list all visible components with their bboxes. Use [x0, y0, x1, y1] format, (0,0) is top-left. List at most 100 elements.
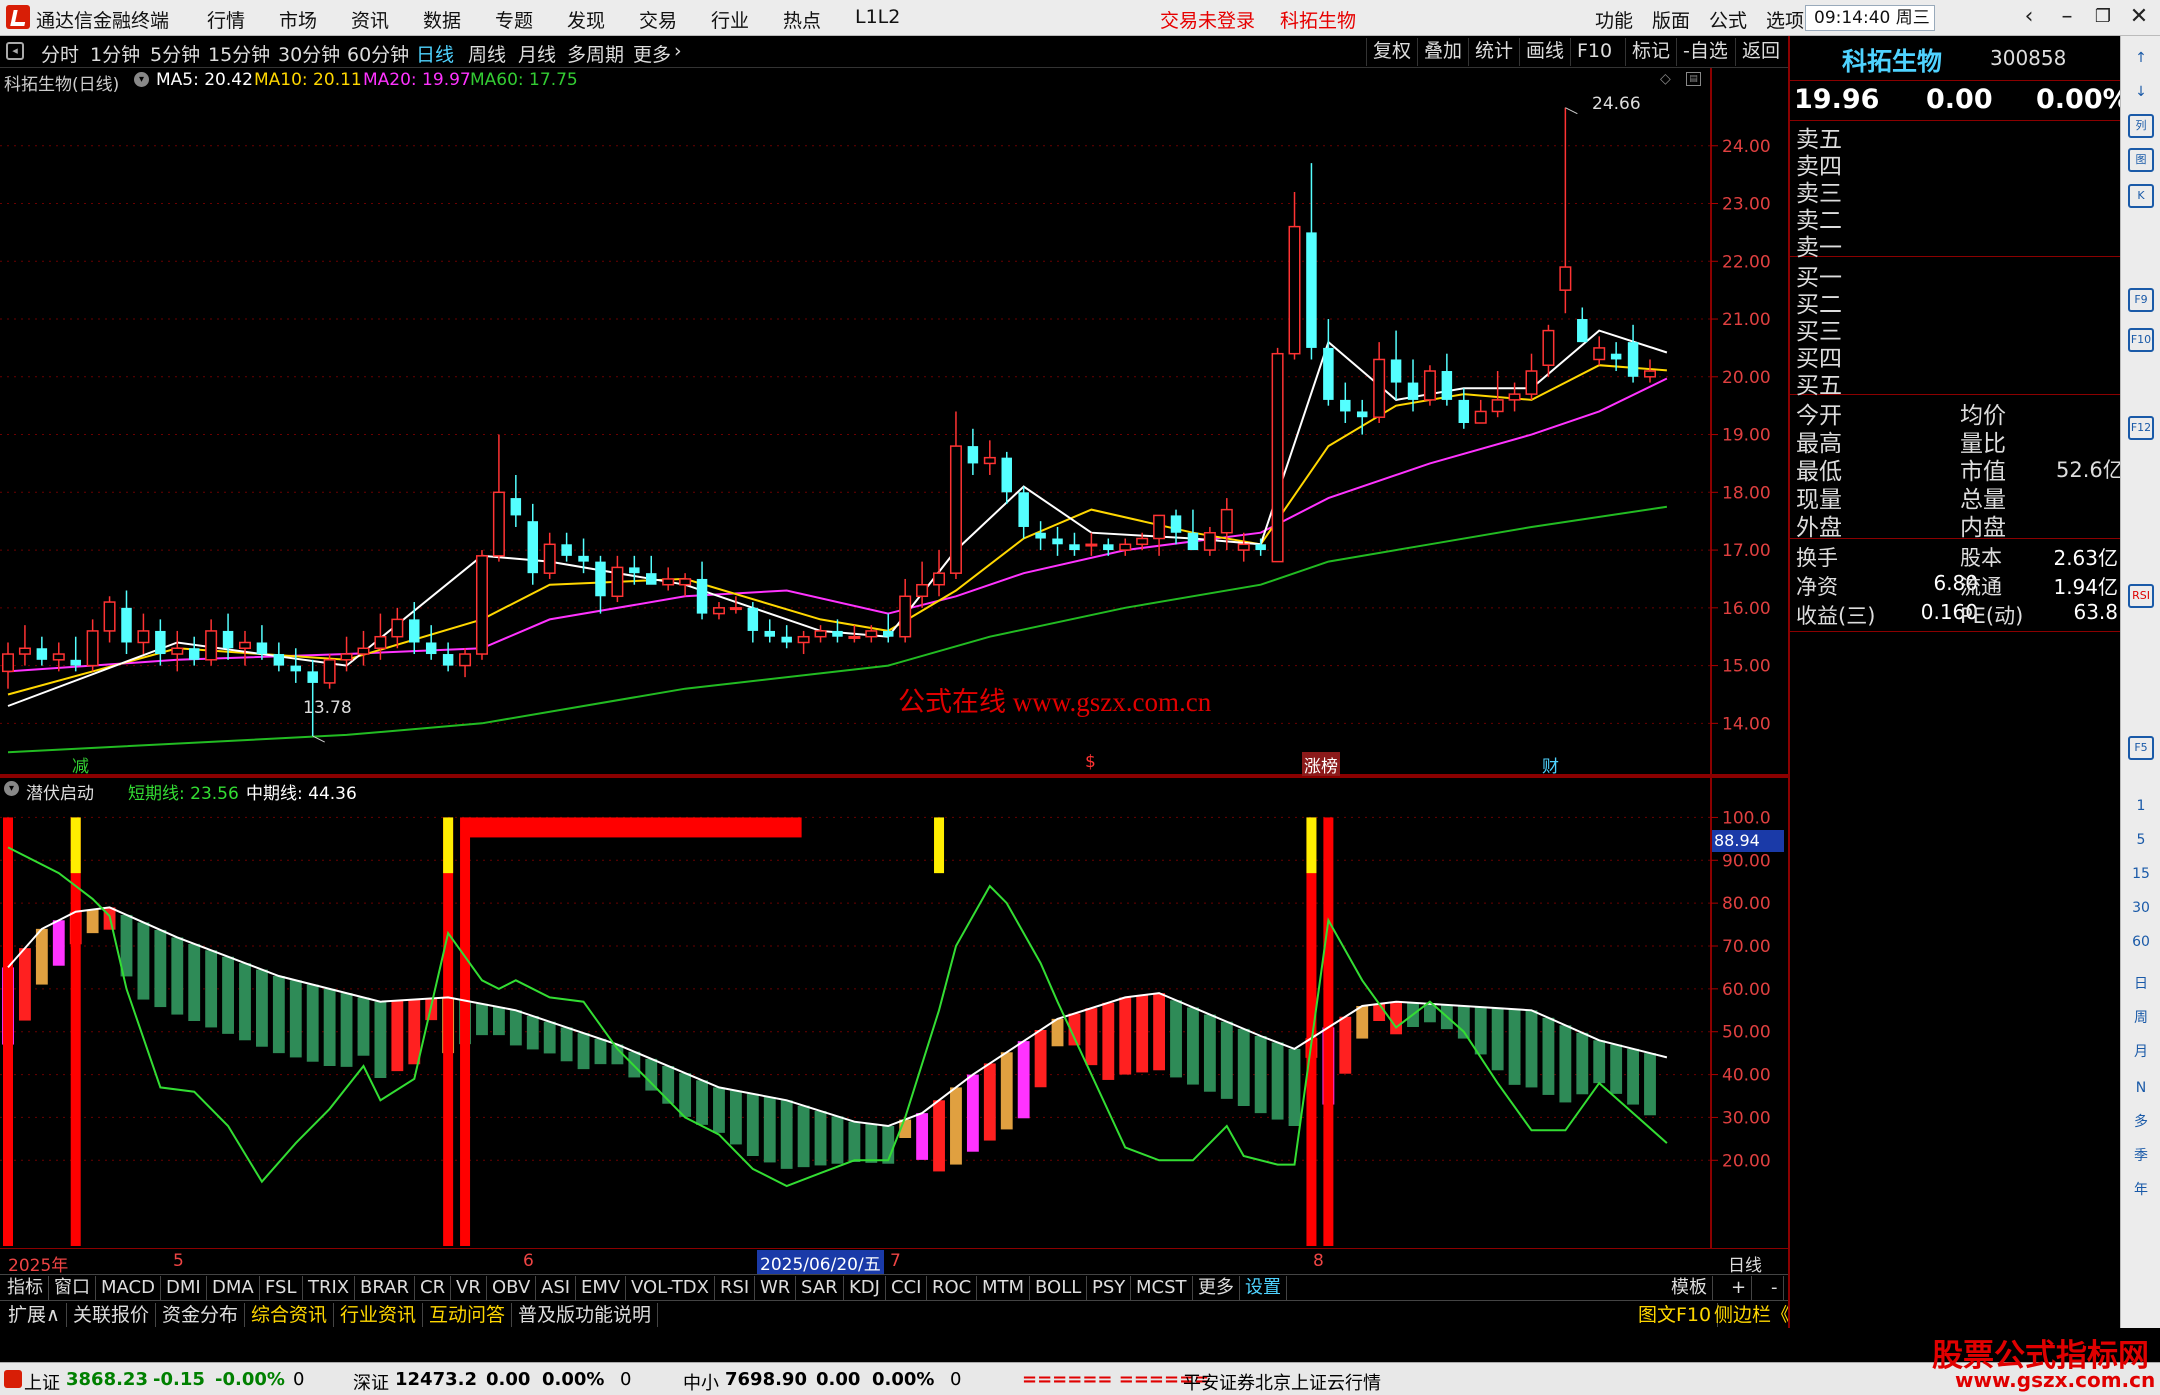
menu-item-options[interactable]: 选项 — [1766, 6, 1804, 33]
candle[interactable] — [1542, 324, 1555, 377]
candle[interactable] — [1577, 307, 1588, 343]
draw-button[interactable]: 画线 — [1519, 38, 1570, 66]
period-multi[interactable]: 多 — [2128, 1110, 2154, 1134]
candle[interactable] — [527, 503, 539, 585]
candle[interactable] — [391, 607, 404, 649]
indicator-tab-3[interactable]: DMI — [161, 1276, 207, 1300]
candle[interactable] — [103, 596, 116, 643]
candle[interactable] — [949, 411, 962, 579]
candle[interactable] — [662, 567, 675, 591]
info-tab-5[interactable]: 互动问答 — [423, 1303, 513, 1327]
settings-dot-icon[interactable]: ▾ — [134, 72, 149, 87]
period-minute[interactable]: 分时 — [41, 40, 79, 67]
candle[interactable] — [205, 619, 218, 666]
f5-icon[interactable]: F5 — [2128, 736, 2154, 760]
info-right-tab-1[interactable]: 侧边栏《 — [1708, 1303, 1798, 1327]
candle[interactable] — [781, 625, 792, 649]
candle[interactable] — [1187, 509, 1199, 551]
candle[interactable] — [764, 619, 776, 643]
indicator-tab-1[interactable]: 窗口 — [49, 1276, 96, 1300]
period-15min[interactable]: 15分钟 — [208, 40, 270, 67]
sz-label[interactable]: 深证 — [353, 1369, 389, 1395]
period-year[interactable]: 年 — [2128, 1178, 2154, 1202]
overlay-button[interactable]: 叠加 — [1417, 38, 1468, 66]
nav-down-icon[interactable]: ↓ — [2128, 80, 2154, 104]
menu-item-formula[interactable]: 公式 — [1709, 6, 1747, 33]
indicator-tab-25[interactable]: 设置 — [1240, 1276, 1287, 1300]
info-right-tab-0[interactable]: 图文F10 — [1632, 1303, 1719, 1327]
signal-bar[interactable] — [1323, 817, 1334, 1246]
period-5[interactable]: 5 — [2128, 828, 2154, 852]
candle[interactable] — [1255, 538, 1266, 556]
remove-favorite-button[interactable]: -自选 — [1676, 38, 1734, 66]
server-label[interactable]: 平安证券北京上证云行情 — [1183, 1369, 1381, 1395]
login-status[interactable]: 交易未登录 — [1160, 6, 1255, 33]
period-month[interactable]: 月 — [2128, 1040, 2154, 1064]
indicator-tab-20[interactable]: MTM — [977, 1276, 1031, 1300]
candle[interactable] — [983, 440, 996, 475]
candle[interactable] — [492, 434, 505, 562]
marker-dollar[interactable]: $ — [1085, 752, 1096, 772]
candle[interactable] — [1373, 342, 1386, 423]
menu-item-hot[interactable]: 热点 — [783, 6, 821, 33]
period-1min[interactable]: 1分钟 — [90, 40, 140, 67]
menu-item-discover[interactable]: 发现 — [567, 6, 605, 33]
candle[interactable] — [543, 532, 556, 579]
period-30min[interactable]: 30分钟 — [278, 40, 340, 67]
candle[interactable] — [1356, 399, 1368, 435]
indicator-tab-17[interactable]: KDJ — [844, 1276, 886, 1300]
candle[interactable] — [1593, 336, 1606, 366]
signal-bar[interactable] — [1306, 817, 1317, 1246]
candle[interactable] — [729, 596, 742, 614]
candle[interactable] — [611, 555, 624, 603]
menu-item-function[interactable]: 功能 — [1595, 6, 1633, 33]
signal-bar[interactable] — [443, 817, 454, 1246]
candle[interactable] — [121, 590, 132, 655]
candle[interactable] — [1119, 538, 1132, 556]
candle[interactable] — [1644, 359, 1656, 383]
candle[interactable] — [18, 625, 31, 666]
indicator-tab-4[interactable]: DMA — [207, 1276, 260, 1300]
period-week[interactable]: 周 — [2128, 1006, 2154, 1030]
candle[interactable] — [1035, 521, 1046, 551]
minimize-icon[interactable]: – — [2050, 4, 2084, 32]
candle[interactable] — [712, 602, 725, 620]
marker-finance[interactable]: 财 — [1542, 752, 1559, 777]
candle[interactable] — [916, 561, 929, 608]
candle[interactable] — [747, 602, 759, 643]
indicator-tab-7[interactable]: BRAR — [355, 1276, 415, 1300]
signal-bar[interactable] — [3, 817, 13, 1246]
indicator-tab-5[interactable]: FSL — [260, 1276, 303, 1300]
indicator-tab-8[interactable]: CR — [415, 1276, 452, 1300]
back-icon[interactable]: ‹ — [2012, 4, 2046, 32]
sh-label[interactable]: 上证 — [24, 1369, 60, 1395]
candle[interactable] — [273, 642, 285, 672]
period-30[interactable]: 30 — [2128, 896, 2154, 920]
menu-item-quote[interactable]: 行情 — [207, 6, 245, 33]
candle[interactable] — [1237, 532, 1250, 562]
adjust-button[interactable]: 复权 — [1366, 38, 1417, 66]
candle[interactable] — [238, 630, 251, 666]
menu-item-layout[interactable]: 版面 — [1652, 6, 1690, 33]
candle[interactable] — [1423, 365, 1436, 406]
info-tab-1[interactable]: 关联报价 — [67, 1303, 157, 1327]
period-weekly[interactable]: 周线 — [468, 40, 506, 67]
period-1[interactable]: 1 — [2128, 794, 2154, 818]
indicator-tab-21[interactable]: BOLL — [1030, 1276, 1088, 1300]
period-60min[interactable]: 60分钟 — [347, 40, 409, 67]
candle[interactable] — [2, 642, 14, 689]
candle[interactable] — [1627, 324, 1639, 383]
candle[interactable] — [1018, 486, 1029, 539]
candle[interactable] — [1559, 107, 1572, 314]
f12-icon[interactable]: F12 — [2128, 416, 2154, 440]
candle[interactable] — [1390, 330, 1402, 400]
f10-button[interactable]: F10 — [1570, 38, 1618, 66]
candle[interactable] — [442, 642, 454, 672]
indicator-tab-19[interactable]: ROC — [927, 1276, 978, 1300]
candle[interactable] — [409, 602, 420, 655]
info-tab-4[interactable]: 行业资讯 — [334, 1303, 424, 1327]
candle[interactable] — [171, 630, 184, 672]
candle[interactable] — [86, 619, 99, 672]
candle[interactable] — [595, 555, 606, 614]
period-daily[interactable]: 日线 — [416, 40, 454, 67]
